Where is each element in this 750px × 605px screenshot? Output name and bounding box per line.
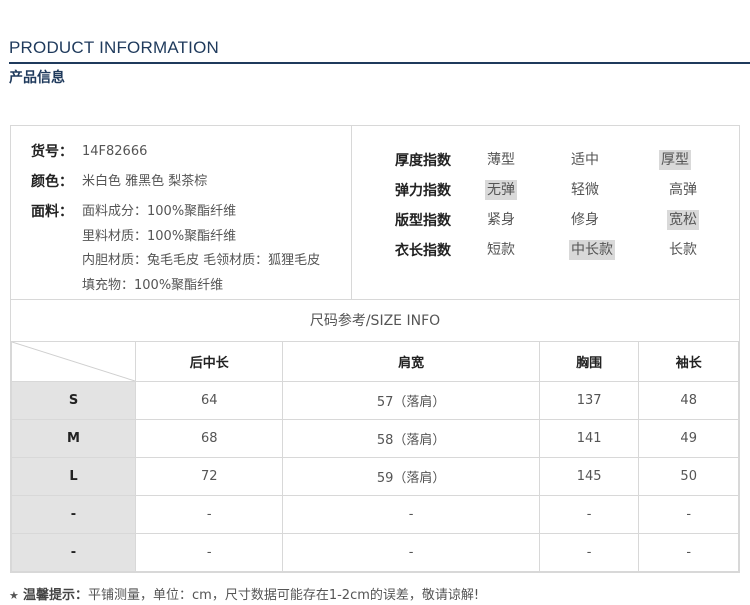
table-row: M 68 58（落肩） 141 49 — [11, 419, 739, 458]
column-header: 袖长 — [638, 341, 739, 382]
material-details: 面料成分：100%聚酯纤维 里料材质：100%聚酯纤维 内胆材质：兔毛毛皮 毛领… — [82, 200, 320, 298]
size-label: - — [11, 495, 136, 534]
table-cell: - — [638, 533, 739, 572]
table-cell: - — [282, 533, 540, 572]
index-row-elasticity: 弹力指数 无弹 轻微 高弹 — [395, 178, 725, 202]
index-option: 无弹 — [485, 180, 517, 200]
table-cell: 49 — [638, 419, 739, 458]
index-row-thickness: 厚度指数 薄型 适中 厚型 — [395, 148, 725, 172]
table-cell: - — [282, 495, 540, 534]
index-row-length: 衣长指数 短款 中长款 长款 — [395, 238, 725, 262]
star-icon: ★ — [9, 589, 19, 602]
table-cell: - — [638, 495, 739, 534]
size-label: - — [11, 533, 136, 572]
index-option: 高弹 — [669, 182, 697, 198]
table-cell: 68 — [134, 419, 284, 458]
size-label: M — [11, 419, 136, 458]
page-title-cn: 产品信息 — [9, 70, 65, 86]
column-header: 肩宽 — [282, 341, 540, 382]
table-cell: - — [134, 533, 284, 572]
tip-text: 平铺测量，单位：cm，尺寸数据可能存在1-2cm的误差，敬请谅解! — [88, 588, 480, 603]
index-option: 紧身 — [487, 212, 515, 228]
page-title-en: PRODUCT INFORMATION — [9, 38, 219, 57]
table-cell: 141 — [538, 419, 640, 458]
index-option: 短款 — [487, 242, 515, 258]
size-table-corner — [11, 341, 136, 382]
index-option: 薄型 — [487, 152, 515, 168]
table-cell: - — [538, 533, 640, 572]
tip-label: 温馨提示： — [23, 588, 89, 603]
table-cell: 57（落肩） — [282, 381, 540, 420]
material-line: 里料材质：100%聚酯纤维 — [82, 228, 237, 244]
diagonal-line — [12, 342, 135, 381]
table-cell: - — [538, 495, 640, 534]
table-row: L 72 59（落肩） 145 50 — [11, 457, 739, 496]
material-line: 填充物：100%聚酯纤维 — [82, 277, 224, 293]
title-divider — [9, 62, 750, 64]
material-line: 面料成分：100%聚酯纤维 — [82, 204, 237, 219]
product-info-box: 货号： 14F82666 颜色： 米白色 雅黑色 梨茶棕 面料： 面料成分：10… — [10, 125, 740, 573]
table-cell: 64 — [134, 381, 284, 420]
size-label: S — [11, 381, 136, 420]
material-line: 内胆材质：兔毛毛皮 毛领材质：狐狸毛皮 — [82, 253, 321, 268]
size-info-header: 尺码参考/SIZE INFO — [11, 299, 739, 341]
table-cell: 72 — [134, 457, 284, 496]
table-row: - - - - - — [11, 495, 739, 534]
column-header: 后中长 — [134, 341, 284, 382]
index-option: 长款 — [669, 242, 697, 258]
color-value: 米白色 雅黑色 梨茶棕 — [82, 174, 208, 189]
index-option: 适中 — [571, 152, 599, 168]
basic-info-panel: 货号： 14F82666 颜色： 米白色 雅黑色 梨茶棕 面料： 面料成分：10… — [11, 126, 352, 299]
table-row: - - - - - — [11, 533, 739, 572]
sku-value: 14F82666 — [82, 144, 148, 159]
index-option: 宽松 — [667, 210, 699, 230]
size-table: 后中长 肩宽 胸围 袖长 S 64 57（落肩） 137 48 M 68 58（… — [11, 341, 739, 572]
column-header: 胸围 — [538, 341, 640, 382]
index-option: 轻微 — [571, 182, 599, 198]
size-label: L — [11, 457, 136, 496]
sku-label: 货号： — [31, 144, 73, 160]
table-cell: 58（落肩） — [282, 419, 540, 458]
measurement-tip: ★ 温馨提示：平铺测量，单位：cm，尺寸数据可能存在1-2cm的误差，敬请谅解! — [9, 584, 479, 603]
index-panel: 厚度指数 薄型 适中 厚型 弹力指数 无弹 轻微 高弹 版型指数 紧身 修身 宽… — [353, 126, 739, 299]
table-row: S 64 57（落肩） 137 48 — [11, 381, 739, 420]
index-option: 修身 — [571, 212, 599, 228]
table-cell: 137 — [538, 381, 640, 420]
index-label: 衣长指数 — [395, 243, 451, 259]
material-label: 面料： — [31, 204, 73, 220]
table-cell: 145 — [538, 457, 640, 496]
index-row-fit: 版型指数 紧身 修身 宽松 — [395, 208, 725, 232]
table-cell: 50 — [638, 457, 739, 496]
table-cell: 59（落肩） — [282, 457, 540, 496]
color-label: 颜色： — [31, 174, 73, 190]
index-label: 弹力指数 — [395, 183, 451, 199]
size-table-header-row: 后中长 肩宽 胸围 袖长 — [11, 341, 739, 382]
table-cell: 48 — [638, 381, 739, 420]
index-option: 中长款 — [569, 240, 615, 260]
index-label: 版型指数 — [395, 213, 451, 229]
table-cell: - — [134, 495, 284, 534]
index-label: 厚度指数 — [395, 153, 451, 169]
index-option: 厚型 — [659, 150, 691, 170]
